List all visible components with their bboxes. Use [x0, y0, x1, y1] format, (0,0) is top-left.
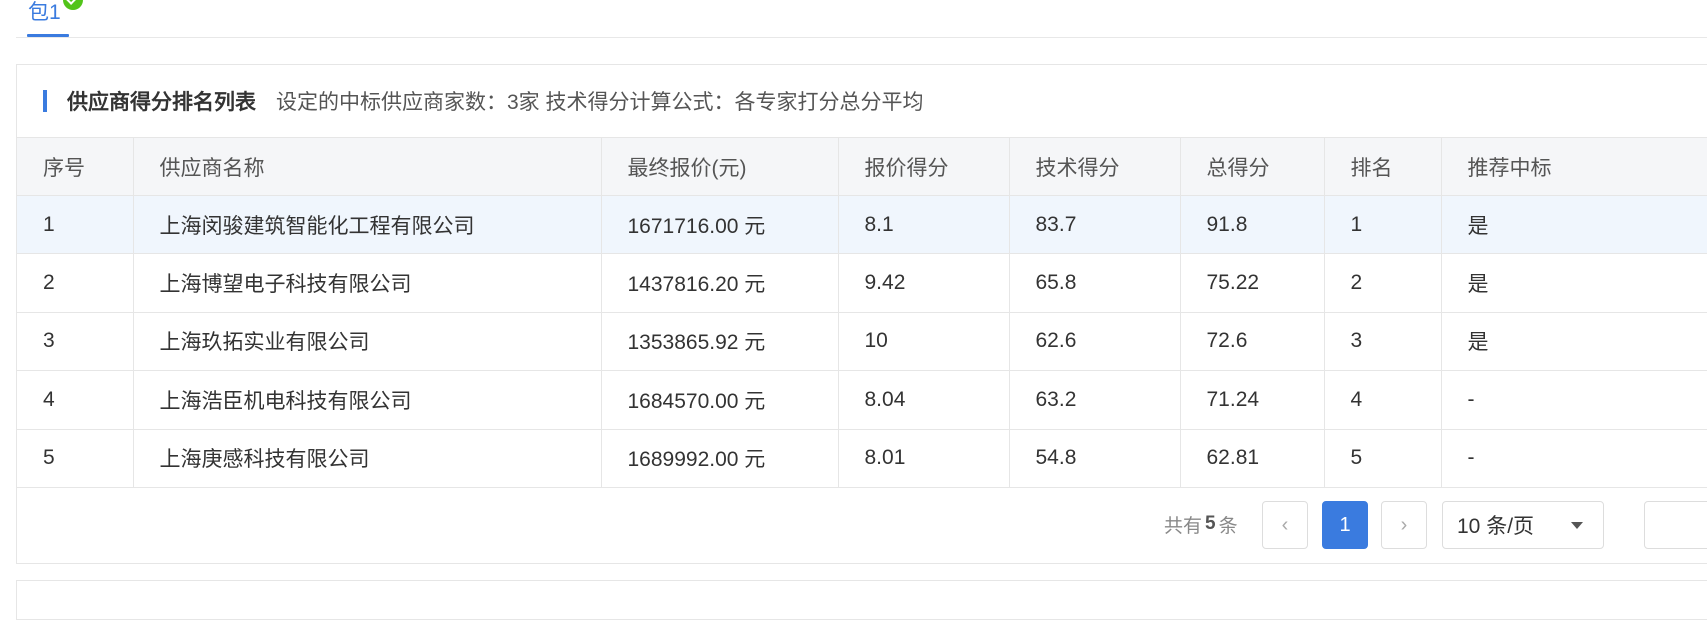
page-size-select[interactable]: 10 条/页 [1442, 501, 1604, 549]
total-count: 共有 5 条 [1164, 508, 1238, 540]
table-row[interactable]: 2 上海博望电子科技有限公司 1437816.20 元 9.42 65.8 75… [17, 253, 1707, 313]
cell-rank: 4 [1324, 370, 1442, 430]
cell-tech-score: 63.2 [1009, 370, 1181, 430]
cell-price-score: 8.04 [838, 370, 1010, 430]
panel-title: 供应商得分排名列表 [67, 91, 256, 114]
tab-bar: 包1 [16, 0, 1707, 38]
header-total-score: 总得分 [1180, 137, 1325, 196]
cell-price-score: 9.42 [838, 253, 1010, 313]
header-final-price: 最终报价(元) [601, 137, 839, 196]
panel-header: 供应商得分排名列表 设定的中标供应商家数：3家 技术得分计算公式：各专家打分总分… [17, 65, 1707, 137]
cell-price-score: 8.01 [838, 429, 1010, 488]
panel-info: 设定的中标供应商家数：3家 技术得分计算公式：各专家打分总分平均 [276, 91, 924, 114]
cell-rank: 2 [1324, 253, 1442, 313]
total-prefix: 共有 [1164, 515, 1203, 537]
table-row[interactable]: 4 上海浩臣机电科技有限公司 1684570.00 元 8.04 63.2 71… [17, 370, 1707, 430]
ranking-table: 序号 供应商名称 最终报价(元) 报价得分 技术得分 总得分 排名 推荐中标 1… [17, 137, 1707, 488]
cell-final-price: 1689992.00 元 [601, 429, 839, 488]
supplier-ranking-panel: 供应商得分排名列表 设定的中标供应商家数：3家 技术得分计算公式：各专家打分总分… [16, 64, 1707, 564]
cell-recommended: 是 [1441, 253, 1707, 313]
cell-recommended: - [1441, 370, 1707, 430]
chevron-right-icon: › [1400, 513, 1408, 536]
page-size-value: 10 条/页 [1457, 515, 1535, 538]
cell-tech-score: 62.6 [1009, 312, 1181, 372]
page-1-button[interactable]: 1 [1322, 501, 1368, 549]
cell-recommended: - [1441, 429, 1707, 488]
cell-price-score: 8.1 [838, 195, 1010, 255]
cell-final-price: 1437816.20 元 [601, 253, 839, 313]
page-jump-input[interactable] [1644, 501, 1707, 549]
tab-label: 包1 [28, 1, 61, 24]
check-circle-icon [62, 0, 83, 10]
header-rank: 排名 [1324, 137, 1442, 196]
header-index: 序号 [17, 137, 134, 196]
header-tech-score: 技术得分 [1009, 137, 1181, 196]
cell-index: 5 [17, 429, 134, 488]
cell-recommended: 是 [1441, 195, 1707, 255]
cell-rank: 1 [1324, 195, 1442, 255]
cell-total-score: 71.24 [1180, 370, 1325, 430]
total-suffix: 条 [1218, 515, 1238, 537]
cell-supplier-name: 上海浩臣机电科技有限公司 [133, 370, 602, 430]
caret-down-icon [1571, 522, 1583, 529]
next-section-panel [16, 580, 1707, 620]
cell-price-score: 10 [838, 312, 1010, 372]
table-row[interactable]: 3 上海玖拓实业有限公司 1353865.92 元 10 62.6 72.6 3… [17, 312, 1707, 372]
cell-recommended: 是 [1441, 312, 1707, 372]
table-row[interactable]: 1 上海闵骏建筑智能化工程有限公司 1671716.00 元 8.1 83.7 … [17, 195, 1707, 255]
table-row[interactable]: 5 上海庚感科技有限公司 1689992.00 元 8.01 54.8 62.8… [17, 429, 1707, 488]
header-recommended: 推荐中标 [1441, 137, 1707, 196]
cell-index: 4 [17, 370, 134, 430]
tab-package-1[interactable]: 包1 [28, 0, 83, 38]
cell-total-score: 91.8 [1180, 195, 1325, 255]
cell-total-score: 72.6 [1180, 312, 1325, 372]
cell-supplier-name: 上海博望电子科技有限公司 [133, 253, 602, 313]
pagination: 共有 5 条 ‹ 1 › 10 条/页 [17, 485, 1707, 565]
header-price-score: 报价得分 [838, 137, 1010, 196]
cell-supplier-name: 上海玖拓实业有限公司 [133, 312, 602, 372]
cell-tech-score: 83.7 [1009, 195, 1181, 255]
cell-index: 2 [17, 253, 134, 313]
cell-final-price: 1671716.00 元 [601, 195, 839, 255]
cell-total-score: 75.22 [1180, 253, 1325, 313]
cell-tech-score: 54.8 [1009, 429, 1181, 488]
cell-rank: 3 [1324, 312, 1442, 372]
cell-tech-score: 65.8 [1009, 253, 1181, 313]
cell-final-price: 1353865.92 元 [601, 312, 839, 372]
header-accent-bar [43, 90, 47, 112]
cell-index: 1 [17, 195, 134, 255]
cell-supplier-name: 上海闵骏建筑智能化工程有限公司 [133, 195, 602, 255]
prev-page-button[interactable]: ‹ [1262, 501, 1308, 549]
header-supplier-name: 供应商名称 [133, 137, 602, 196]
tab-active-indicator [27, 34, 69, 37]
chevron-left-icon: ‹ [1281, 513, 1289, 536]
cell-supplier-name: 上海庚感科技有限公司 [133, 429, 602, 488]
cell-total-score: 62.81 [1180, 429, 1325, 488]
cell-final-price: 1684570.00 元 [601, 370, 839, 430]
total-number: 5 [1205, 513, 1216, 534]
cell-index: 3 [17, 312, 134, 372]
cell-rank: 5 [1324, 429, 1442, 488]
next-page-button[interactable]: › [1381, 501, 1427, 549]
table-header-row: 序号 供应商名称 最终报价(元) 报价得分 技术得分 总得分 排名 推荐中标 [17, 137, 1707, 196]
